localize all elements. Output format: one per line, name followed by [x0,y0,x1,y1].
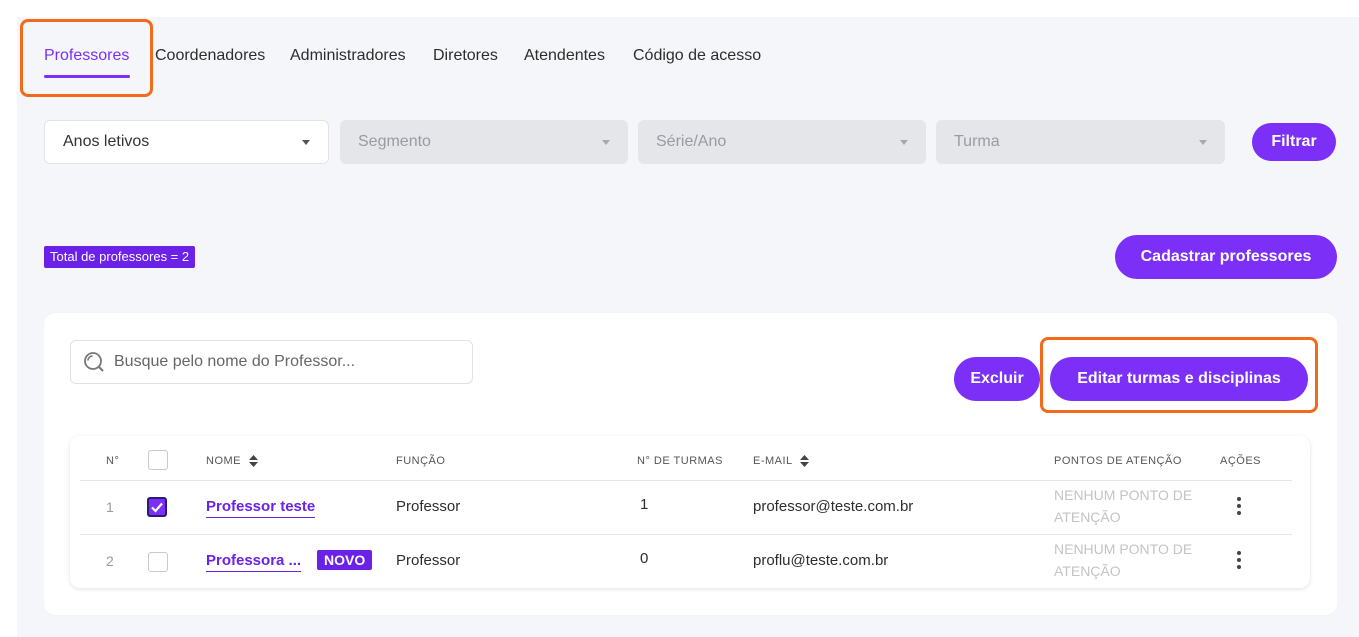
register-professors-button[interactable]: Cadastrar professores [1115,235,1337,279]
search-input[interactable]: Busque pelo nome do Professor... [70,340,473,384]
chevron-down-icon [302,139,310,145]
class-count: 0 [640,550,649,567]
select-segmento: Segmento [340,120,628,164]
highlight-box-edit [1040,337,1318,413]
tab-label: Professores [44,47,130,64]
tab-administradores[interactable]: Administradores [290,47,406,65]
tab-diretores[interactable]: Diretores [433,47,498,65]
sort-icon [799,455,809,468]
sort-icon [248,455,258,468]
filter-button[interactable]: Filtrar [1252,123,1336,161]
chevron-down-icon [602,139,610,145]
professor-email: proflu@teste.com.br [753,552,889,569]
header-email[interactable]: E-MAIL [753,455,809,468]
chevron-down-icon [900,139,908,145]
table-row: 1 Professor teste Professor 1 professor@… [70,481,1310,535]
class-count: 1 [640,496,649,513]
active-tab-indicator [44,75,130,78]
tab-atendentes[interactable]: Atendentes [524,47,605,65]
header-role: FUNÇÃO [396,455,446,467]
tab-codigo-de-acesso[interactable]: Código de acesso [633,47,761,65]
professors-table: N° NOME FUNÇÃO N° DE TURMAS E-MAIL PONTO… [70,436,1310,588]
delete-button[interactable]: Excluir [954,357,1040,401]
total-professors-badge: Total de professores = 2 [44,246,196,268]
new-badge: NOVO [317,550,373,570]
search-icon [84,352,104,372]
professors-card: Busque pelo nome do Professor... Excluir… [44,313,1337,615]
header-attention: PONTOS DE ATENÇÃO [1054,455,1182,467]
search-placeholder: Busque pelo nome do Professor... [114,353,356,370]
row-number: 1 [106,499,114,515]
select-value: Série/Ano [656,133,727,150]
tab-professores[interactable]: Professores [44,47,130,78]
row-checkbox[interactable] [148,552,168,572]
header-name-label: NOME [206,455,241,467]
more-actions-icon[interactable] [1237,551,1241,572]
header-classes: N° DE TURMAS [637,455,723,467]
professor-name: Professor teste [206,498,316,518]
header-name[interactable]: NOME [206,455,258,468]
professor-name-link[interactable]: Professor teste [206,498,316,518]
more-actions-icon[interactable] [1237,497,1241,518]
professor-role: Professor [396,498,461,515]
professor-role: Professor [396,552,461,569]
check-icon [151,502,163,513]
page: Professores Coordenadores Administradore… [17,17,1359,637]
professor-email: professor@teste.com.br [753,498,914,515]
row-checkbox[interactable] [147,497,167,517]
tab-coordenadores[interactable]: Coordenadores [155,47,265,65]
header-email-label: E-MAIL [753,455,793,467]
select-serie-ano: Série/Ano [638,120,926,164]
table-row: 2 Professora ... NOVO Professor 0 proflu… [70,535,1310,589]
professor-name: Professora ... [206,552,302,572]
select-value: Turma [954,133,1000,150]
row-number: 2 [106,553,114,569]
attention-points: NENHUM PONTO DE ATENÇÃO [1054,541,1193,579]
header-num: N° [106,455,120,467]
professor-name-link[interactable]: Professora ... [206,552,302,572]
select-value: Segmento [358,133,431,150]
header-actions: AÇÕES [1220,455,1262,467]
attention-points: NENHUM PONTO DE ATENÇÃO [1054,487,1193,525]
select-turma: Turma [936,120,1225,164]
chevron-down-icon [1199,139,1207,145]
select-value: Anos letivos [63,133,150,150]
select-all-checkbox[interactable] [148,450,168,470]
select-anos-letivos[interactable]: Anos letivos [44,120,329,164]
